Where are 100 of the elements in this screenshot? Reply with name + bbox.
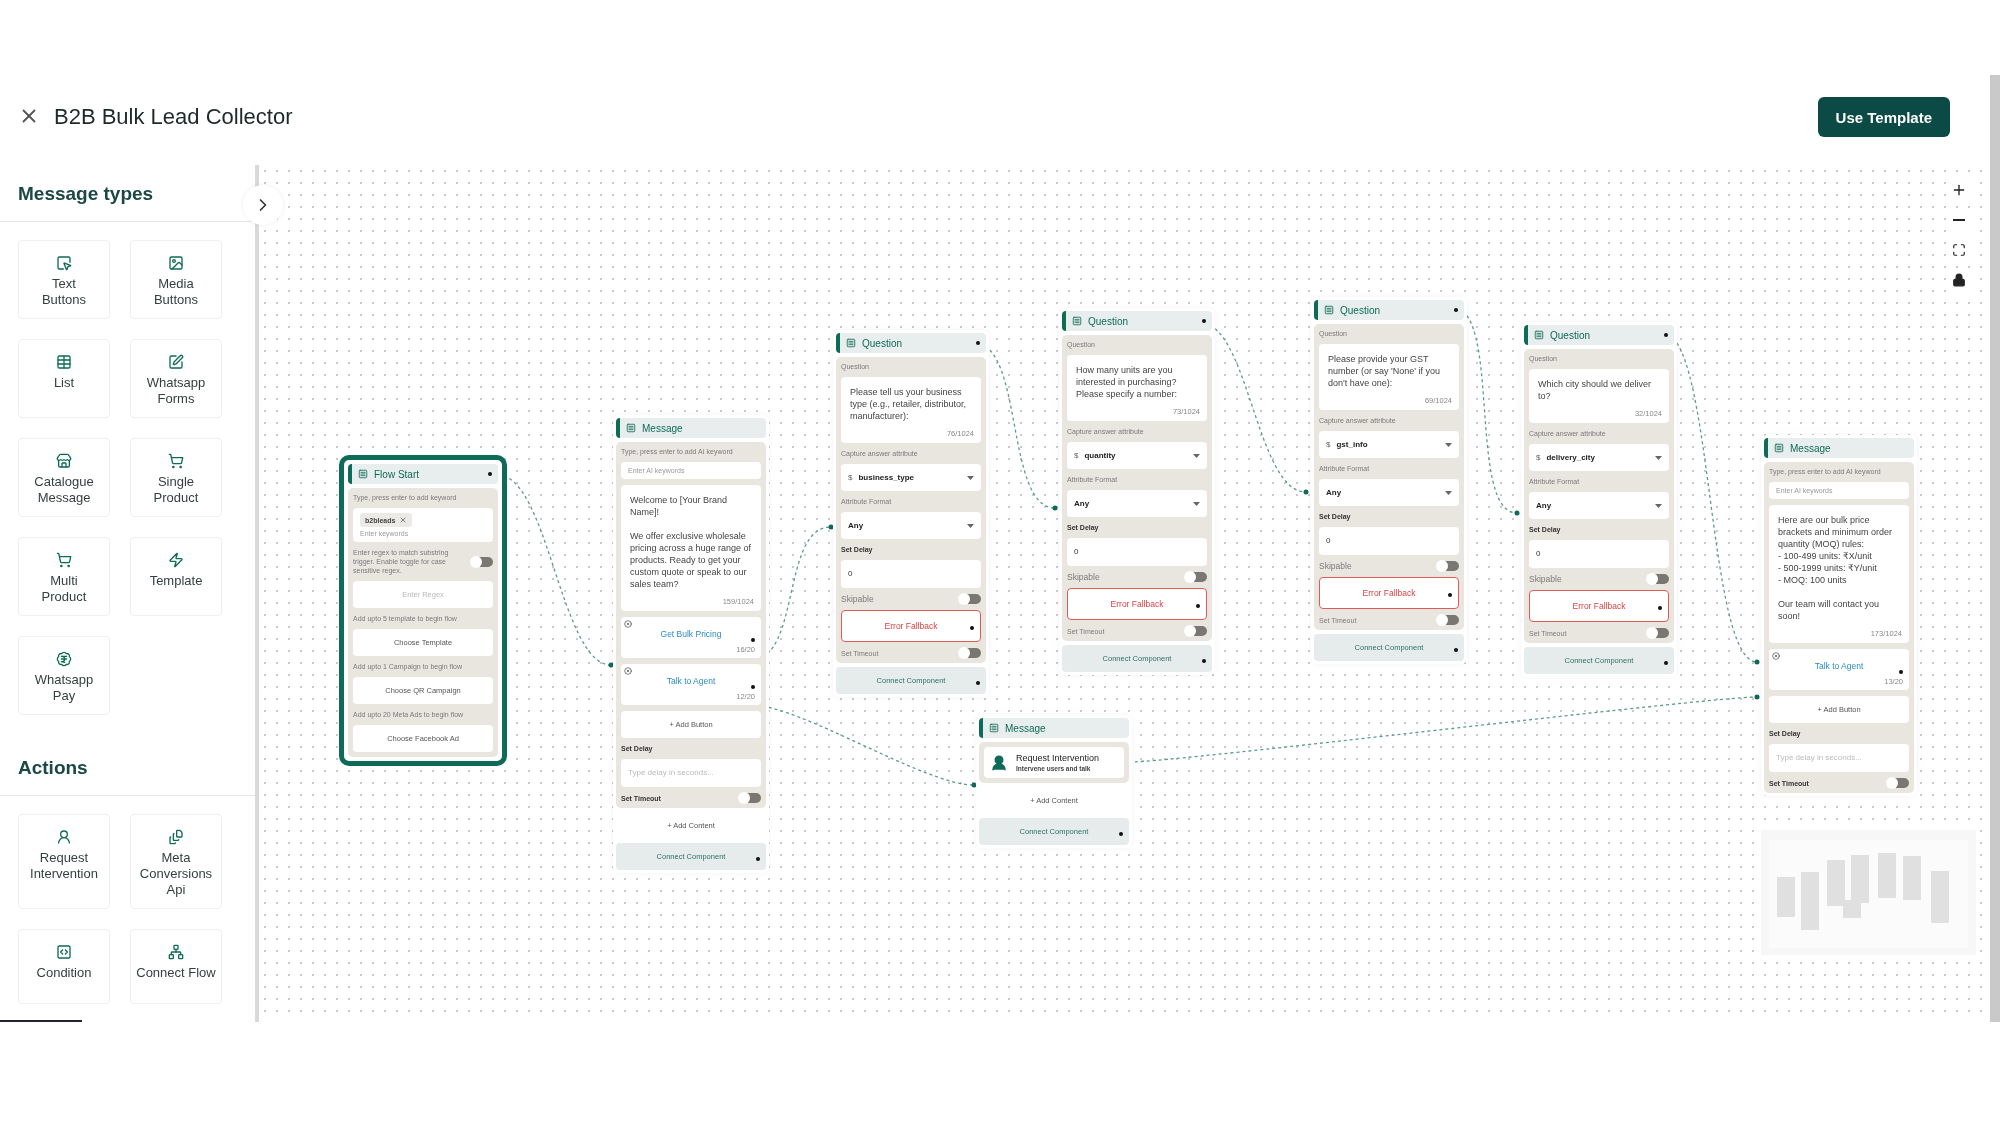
handle-dot[interactable] xyxy=(1664,333,1668,337)
message-type-tile[interactable]: Connect Flow xyxy=(130,929,222,1004)
field-label: Skipable xyxy=(841,594,874,604)
node-icon xyxy=(846,338,856,348)
question-text: How many units are you interested in purchasing? Please specify a number: xyxy=(1075,364,1179,401)
close-icon[interactable] xyxy=(399,516,408,524)
image-icon xyxy=(168,255,184,271)
handle-dot[interactable] xyxy=(1202,319,1206,323)
lock-icon xyxy=(1952,273,1966,287)
error-fallback-button[interactable]: Error Fallback xyxy=(1319,577,1459,609)
rupee-icon xyxy=(56,651,72,667)
attribute-select[interactable]: $ business_type xyxy=(841,464,981,491)
caret-icon xyxy=(1445,490,1452,495)
remove-icon[interactable] xyxy=(624,667,632,675)
toggle-switch[interactable] xyxy=(471,556,493,567)
error-fallback-button[interactable]: Error Fallback xyxy=(1067,588,1207,620)
table-icon xyxy=(56,354,72,370)
button-label: Talk to Agent xyxy=(666,676,716,686)
toggle-switch[interactable] xyxy=(739,793,761,803)
message-text: Here are our bulk price brackets and minimum order quantity (MOQ) rules: - 100-499 units: ₹X/unit - 500-1999 units: ₹Y/unit - MOQ: 100 units Our team will contact you soon! xyxy=(1777,514,1894,623)
handle-dot[interactable] xyxy=(1899,669,1903,674)
handle-dot[interactable] xyxy=(751,637,755,642)
handle-dot[interactable] xyxy=(488,472,492,476)
attribute-select[interactable]: $ delivery_city xyxy=(1529,444,1669,471)
node-icon xyxy=(1324,305,1334,315)
caret-icon xyxy=(967,475,974,480)
node-title: Message xyxy=(1005,722,1047,734)
message-type-tile[interactable]: Request Intervention xyxy=(18,814,110,909)
minus-icon xyxy=(1953,219,1965,221)
card-title: Request Intervention xyxy=(1016,753,1100,763)
format-select[interactable]: Any xyxy=(841,512,981,539)
node-icon xyxy=(1774,443,1784,453)
message-type-tile[interactable]: List xyxy=(18,339,110,418)
node-icon xyxy=(358,469,368,479)
format-select[interactable]: Any xyxy=(1529,492,1669,519)
pen-icon xyxy=(168,354,184,370)
toggle-switch[interactable] xyxy=(1437,561,1459,571)
format-select[interactable]: Any xyxy=(1067,490,1207,517)
handle-dot[interactable] xyxy=(751,684,755,689)
node-title: Question xyxy=(1340,304,1382,316)
error-fallback-button[interactable]: Error Fallback xyxy=(841,610,981,642)
field-label: Skipable xyxy=(1319,561,1352,571)
caret-icon xyxy=(967,523,974,528)
toggle-switch[interactable] xyxy=(1185,626,1207,636)
use-template-button[interactable]: Use Template xyxy=(1817,97,1950,137)
network-icon xyxy=(168,944,184,960)
page-title: B2B Bulk Lead Collector xyxy=(54,103,294,131)
attribute-select[interactable]: $ gst_info xyxy=(1319,431,1459,458)
message-type-tile[interactable]: Meta Conversions Api xyxy=(130,814,222,909)
question-text: Please provide your GST number (or say 'None' if you don't have one): xyxy=(1327,353,1441,390)
button-label: Get Bulk Pricing xyxy=(660,629,722,639)
node-icon xyxy=(626,423,636,433)
toggle-switch[interactable] xyxy=(1647,574,1669,584)
message-type-tile[interactable]: Template xyxy=(130,537,222,616)
caret-icon xyxy=(1655,503,1662,508)
remove-icon[interactable] xyxy=(1772,652,1780,660)
caret-icon xyxy=(1445,442,1452,447)
field-label: Skipable xyxy=(1529,574,1562,584)
delay-field[interactable]: 0 xyxy=(1067,538,1207,566)
format-select[interactable]: Any xyxy=(1319,479,1459,506)
caret-icon xyxy=(1655,455,1662,460)
toggle-switch[interactable] xyxy=(1437,615,1459,625)
toggle-switch[interactable] xyxy=(1887,778,1909,788)
delay-field[interactable]: 0 xyxy=(841,560,981,588)
question-text: Which city should we deliver to? xyxy=(1537,378,1653,403)
remove-icon[interactable] xyxy=(624,620,632,628)
delay-field[interactable]: 0 xyxy=(1319,527,1459,555)
message-type-tile[interactable]: Multi Product xyxy=(18,537,110,616)
node-title: Message xyxy=(642,422,684,434)
error-fallback-button[interactable]: Error Fallback xyxy=(1529,590,1669,622)
node-title: Question xyxy=(1088,315,1130,327)
message-type-tile[interactable]: Single Product xyxy=(130,438,222,517)
node-icon xyxy=(989,723,999,733)
handle-dot[interactable] xyxy=(976,341,980,345)
toggle-switch[interactable] xyxy=(1185,572,1207,582)
node-title: Message xyxy=(1790,442,1832,454)
attribute-select[interactable]: $ quantity xyxy=(1067,442,1207,469)
message-text: Welcome to [Your Brand Name]! We offer exclusive wholesale pricing across a huge range of products. Ready to get your custom quote or speak to our sales team? xyxy=(629,494,753,591)
plus-icon xyxy=(1951,182,1967,198)
section-title: Message types xyxy=(17,182,155,206)
handle-dot[interactable] xyxy=(1454,308,1458,312)
node-title: Question xyxy=(1550,329,1592,341)
message-type-tile[interactable]: Whatsapp Forms xyxy=(130,339,222,418)
fullscreen-icon xyxy=(1952,243,1966,257)
documents-icon xyxy=(168,829,184,845)
message-type-tile[interactable]: Whatsapp Pay xyxy=(18,636,110,715)
node-icon xyxy=(1534,330,1544,340)
message-type-tile[interactable]: Media Buttons xyxy=(130,240,222,319)
code-icon xyxy=(56,944,72,960)
node-icon xyxy=(1072,316,1082,326)
toggle-switch[interactable] xyxy=(959,648,981,658)
message-type-tile[interactable]: Catalogue Message xyxy=(18,438,110,517)
node-title: Question xyxy=(862,337,904,349)
delay-field[interactable]: 0 xyxy=(1529,540,1669,568)
message-type-tile[interactable]: Condition xyxy=(18,929,110,1004)
message-type-tile[interactable]: Text Buttons xyxy=(18,240,110,319)
lightning-icon xyxy=(168,552,184,568)
field-label: Skipable xyxy=(1067,572,1100,582)
toggle-switch[interactable] xyxy=(959,594,981,604)
toggle-switch[interactable] xyxy=(1647,628,1669,638)
